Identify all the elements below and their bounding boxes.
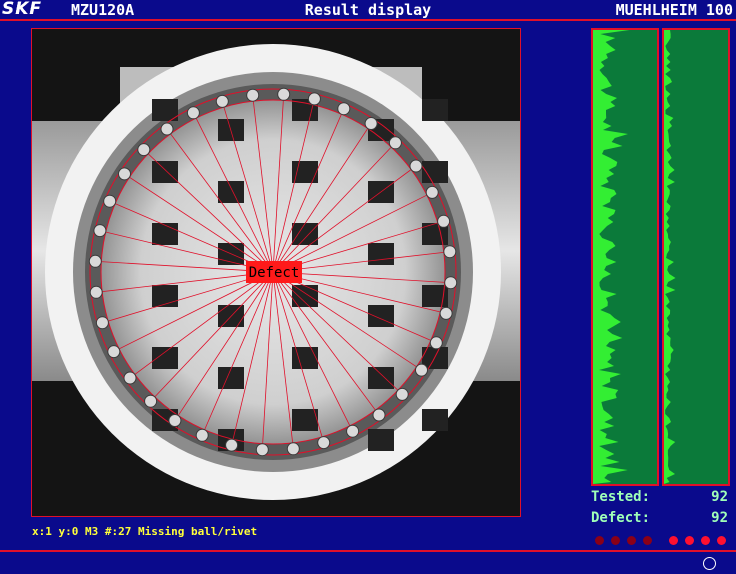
ball-marker — [437, 214, 451, 228]
defect-value: 92 — [711, 510, 728, 526]
cage-slot — [152, 223, 178, 245]
location-label: MUEHLHEIM 100 — [615, 1, 733, 19]
ball-marker — [444, 276, 458, 290]
ball-marker — [439, 306, 453, 320]
histogram-tested — [591, 28, 659, 486]
status-led-2 — [611, 536, 620, 545]
ball-marker — [317, 436, 331, 450]
ball-marker — [144, 394, 158, 408]
status-led-7 — [701, 536, 710, 545]
tested-counter: Tested: 92 — [591, 488, 728, 506]
cage-slot — [422, 99, 448, 121]
status-led-8 — [717, 536, 726, 545]
cage-slot — [368, 429, 394, 451]
ball-marker — [123, 371, 137, 385]
ball-marker — [137, 143, 151, 157]
ball-marker — [118, 167, 131, 181]
ball-marker — [388, 136, 402, 150]
ball-marker — [93, 224, 107, 238]
cage-slot — [292, 409, 318, 431]
cage-slot — [422, 409, 448, 431]
cage-slot — [152, 347, 178, 369]
header-divider — [0, 19, 736, 21]
ball-marker — [429, 336, 443, 350]
ball-marker — [107, 345, 121, 359]
status-led-5 — [669, 536, 678, 545]
title-bar: SKF Result display MZU120A MUEHLHEIM 100 — [0, 0, 736, 20]
ball-marker — [89, 285, 103, 299]
cage-slot — [368, 367, 394, 389]
ball-marker — [95, 316, 109, 330]
ball-marker — [186, 106, 200, 120]
cage-slot — [292, 161, 318, 183]
led-indicator-row — [591, 536, 731, 548]
machine-id: MZU120A — [71, 1, 135, 19]
status-led-6 — [685, 536, 694, 545]
footer-divider — [0, 550, 736, 552]
ball-marker — [88, 254, 102, 268]
ball-marker — [255, 443, 269, 457]
ball-marker — [409, 159, 423, 173]
cage-slot — [368, 305, 394, 327]
status-line: x:1 y:0 M3 #:27 Missing ball/rivet — [32, 525, 258, 538]
ball-marker — [160, 122, 174, 136]
histogram-trace — [593, 30, 630, 484]
cage-slot — [152, 285, 178, 307]
tested-value: 92 — [711, 489, 728, 505]
ball-marker — [395, 387, 409, 401]
ball-marker — [372, 408, 386, 422]
cage-slot — [152, 161, 178, 183]
ball-marker — [225, 438, 239, 452]
ball-marker — [307, 92, 321, 106]
cage-slot — [218, 367, 244, 389]
defect-counter: Defect: 92 — [591, 509, 728, 527]
status-led-1 — [595, 536, 604, 545]
cage-slot — [368, 243, 394, 265]
circle-icon[interactable] — [703, 557, 716, 570]
ball-marker — [215, 94, 229, 108]
ball-marker — [346, 424, 360, 438]
ball-marker — [425, 185, 439, 199]
status-led-4 — [643, 536, 652, 545]
cage-slot — [292, 285, 318, 307]
ball-marker — [337, 102, 351, 116]
ball-marker — [364, 117, 378, 130]
ball-marker — [286, 442, 300, 456]
ball-marker — [415, 363, 428, 377]
defect-label: Defect — [249, 265, 300, 281]
ball-marker — [246, 88, 260, 102]
histogram-defect — [662, 28, 730, 486]
ball-marker — [277, 87, 291, 101]
inspection-image: Defect — [31, 28, 521, 517]
status-led-3 — [627, 536, 636, 545]
ball-marker — [168, 414, 182, 427]
cage-slot — [218, 181, 244, 203]
ball-marker — [443, 245, 457, 259]
ball-marker — [103, 194, 117, 208]
histogram-trace — [664, 30, 676, 484]
ball-marker — [195, 428, 209, 442]
